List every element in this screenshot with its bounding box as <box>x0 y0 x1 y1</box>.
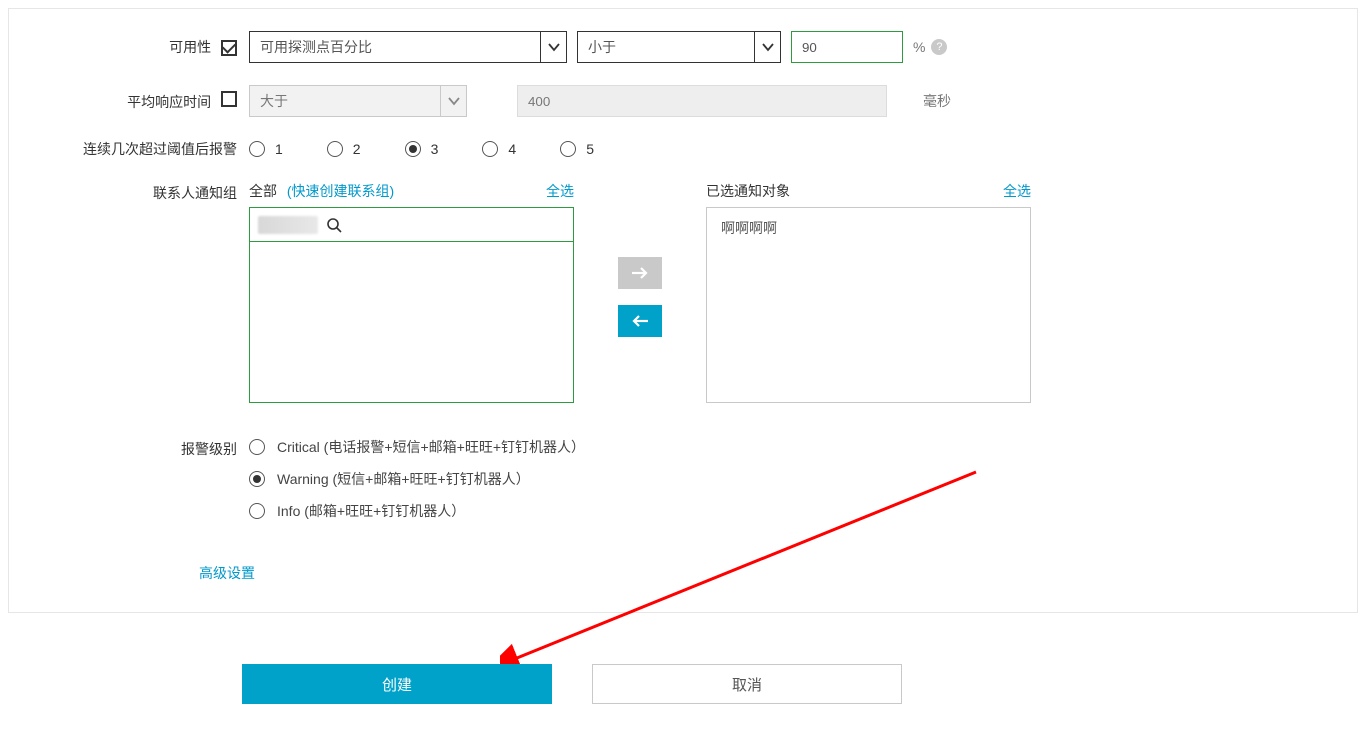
radio-icon <box>249 439 265 455</box>
radio-icon <box>482 141 498 157</box>
availability-row: 可用性 可用探测点百分比 小于 <box>9 31 1357 63</box>
available-select-all[interactable]: 全选 <box>546 181 574 201</box>
chevron-down-icon <box>440 86 466 116</box>
consecutive-option-label: 5 <box>586 141 594 157</box>
available-contacts-box: 全部 (快速创建联系组) 全选 <box>249 181 574 403</box>
cancel-button[interactable]: 取消 <box>592 664 902 704</box>
list-item[interactable]: 啊啊啊啊 <box>707 208 1030 248</box>
arrow-right-icon <box>631 266 649 280</box>
consecutive-label: 连续几次超过阈值后报警 <box>83 141 237 157</box>
alarm-level-label: 报警级别 <box>181 441 237 457</box>
availability-unit: % <box>913 39 925 55</box>
radio-icon <box>560 141 576 157</box>
alarm-level-row: 报警级别 Critical (电话报警+短信+邮箱+旺旺+钉钉机器人） Warni… <box>9 437 1357 533</box>
consecutive-option-label: 2 <box>353 141 361 157</box>
help-icon[interactable]: ? <box>931 39 947 55</box>
availability-value-input[interactable] <box>791 31 903 63</box>
radio-icon <box>249 471 265 487</box>
consecutive-option-5[interactable]: 5 <box>560 141 594 157</box>
consecutive-option-label: 1 <box>275 141 283 157</box>
consecutive-row: 连续几次超过阈值后报警 1 2 3 4 5 <box>9 139 1357 159</box>
consecutive-option-3[interactable]: 3 <box>405 141 439 157</box>
selected-contacts-box: 已选通知对象 全选 啊啊啊啊 <box>706 181 1031 403</box>
search-icon <box>326 217 342 233</box>
arrow-left-icon <box>631 314 649 328</box>
move-right-button[interactable] <box>618 257 662 289</box>
selected-listbox[interactable]: 啊啊啊啊 <box>706 207 1031 403</box>
radio-icon <box>249 503 265 519</box>
availability-label: 可用性 <box>169 39 211 55</box>
alarm-level-option-label: Info (邮箱+旺旺+钉钉机器人） <box>277 501 465 521</box>
availability-checkbox[interactable] <box>221 40 237 56</box>
response-time-label: 平均响应时间 <box>127 94 211 110</box>
availability-comparator-select[interactable]: 小于 <box>577 31 781 63</box>
response-time-unit: 毫秒 <box>923 91 951 111</box>
alarm-level-option-label: Critical (电话报警+短信+邮箱+旺旺+钉钉机器人） <box>277 437 585 457</box>
chevron-down-icon <box>540 32 566 62</box>
consecutive-option-label: 4 <box>508 141 516 157</box>
response-time-comparator-select[interactable]: 大于 <box>249 85 467 117</box>
consecutive-option-4[interactable]: 4 <box>482 141 516 157</box>
create-button[interactable]: 创建 <box>242 664 552 704</box>
move-left-button[interactable] <box>618 305 662 337</box>
alarm-level-option-2[interactable]: Info (邮箱+旺旺+钉钉机器人） <box>249 501 1357 521</box>
selected-head: 已选通知对象 <box>706 181 790 201</box>
alarm-level-option-0[interactable]: Critical (电话报警+短信+邮箱+旺旺+钉钉机器人） <box>249 437 1357 457</box>
contact-group-row: 联系人通知组 全部 (快速创建联系组) 全选 <box>9 181 1357 403</box>
consecutive-option-label: 3 <box>431 141 439 157</box>
available-search-row[interactable] <box>250 208 573 242</box>
contact-group-label: 联系人通知组 <box>153 185 237 201</box>
advanced-settings-link[interactable]: 高级设置 <box>199 563 255 583</box>
response-time-row: 平均响应时间 大于 毫秒 <box>9 85 1357 117</box>
chevron-down-icon <box>754 32 780 62</box>
radio-icon <box>405 141 421 157</box>
radio-icon <box>327 141 343 157</box>
redacted-text-icon <box>258 216 318 234</box>
available-head: 全部 <box>249 183 277 199</box>
available-listbox[interactable] <box>249 207 574 403</box>
response-time-value-input <box>517 85 887 117</box>
consecutive-option-2[interactable]: 2 <box>327 141 361 157</box>
alarm-level-option-label: Warning (短信+邮箱+旺旺+钉钉机器人） <box>277 469 530 489</box>
consecutive-option-1[interactable]: 1 <box>249 141 283 157</box>
response-time-checkbox[interactable] <box>221 91 237 107</box>
radio-icon <box>249 141 265 157</box>
quick-create-link[interactable]: (快速创建联系组) <box>287 183 394 199</box>
availability-metric-select[interactable]: 可用探测点百分比 <box>249 31 567 63</box>
alarm-level-option-1[interactable]: Warning (短信+邮箱+旺旺+钉钉机器人） <box>249 469 1357 489</box>
selected-select-all[interactable]: 全选 <box>1003 181 1031 201</box>
